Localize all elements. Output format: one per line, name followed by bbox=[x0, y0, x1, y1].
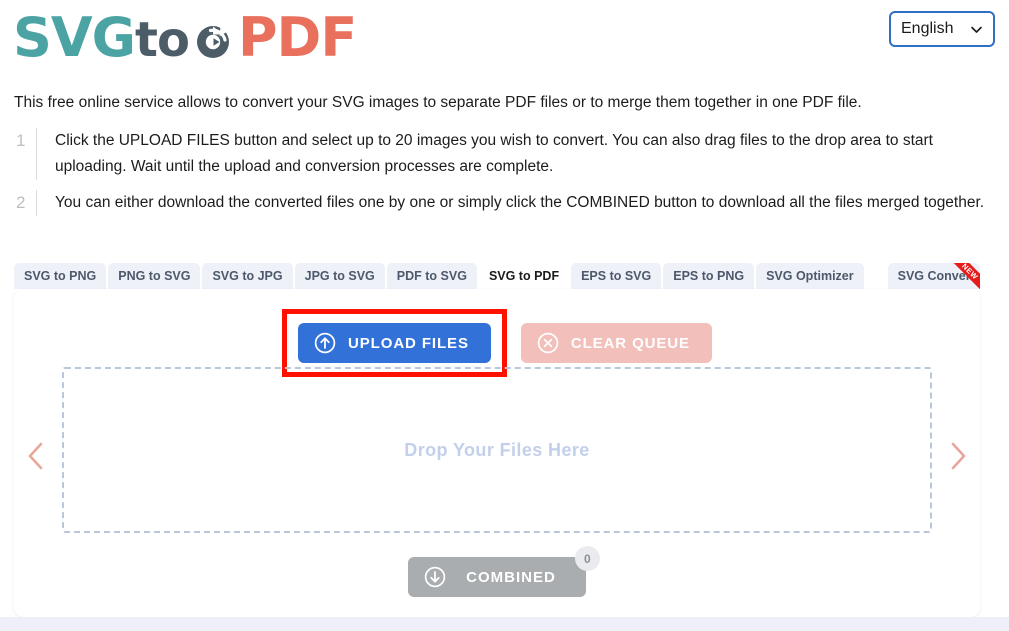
combined-button-row: COMBINED 0 bbox=[14, 546, 980, 597]
tab-svg-to-jpg[interactable]: SVG to JPG bbox=[202, 263, 293, 289]
tab-svg-to-pdf[interactable]: SVG to PDF bbox=[478, 263, 570, 289]
tab-png-to-svg[interactable]: PNG to SVG bbox=[108, 263, 201, 289]
file-dropzone[interactable]: Drop Your Files Here bbox=[62, 367, 932, 533]
logo-to-letters: to bbox=[135, 12, 190, 68]
converter-card: UPLOAD FILES CLEAR QUEUE Drop Your Files… bbox=[14, 289, 980, 617]
instruction-steps: 1 Click the UPLOAD FILES button and sele… bbox=[14, 128, 994, 226]
language-selector[interactable]: English bbox=[889, 11, 995, 47]
upload-files-button[interactable]: UPLOAD FILES bbox=[298, 323, 491, 363]
step-divider bbox=[36, 190, 37, 216]
page-description: This free online service allows to conve… bbox=[14, 94, 862, 111]
logo-text-to: to bbox=[135, 12, 190, 68]
tabs-spacer bbox=[866, 263, 886, 289]
step-text: Click the UPLOAD FILES button and select… bbox=[55, 132, 933, 175]
tab-svg-optimizer[interactable]: SVG Optimizer bbox=[756, 263, 864, 289]
instruction-step: 1 Click the UPLOAD FILES button and sele… bbox=[14, 128, 994, 180]
upload-files-button-label: UPLOAD FILES bbox=[348, 334, 469, 352]
tab-eps-to-svg[interactable]: EPS to SVG bbox=[571, 263, 662, 289]
logo-text-pdf: PDF bbox=[237, 6, 357, 69]
chevron-left-icon[interactable] bbox=[20, 439, 54, 473]
tab-svg-to-png[interactable]: SVG to PNG bbox=[14, 263, 107, 289]
step-divider bbox=[36, 128, 37, 180]
close-circle-icon bbox=[537, 332, 559, 354]
tab-svg-converter-label: SVG Converter bbox=[897, 269, 980, 283]
logo-text-svg: SVG bbox=[13, 6, 136, 69]
download-circle-arrow-icon bbox=[424, 566, 446, 588]
clear-queue-button-label: CLEAR QUEUE bbox=[570, 334, 690, 352]
chevron-right-icon[interactable] bbox=[940, 439, 974, 473]
combined-file-count-badge: 0 bbox=[574, 546, 600, 571]
language-selector-value: English bbox=[901, 20, 954, 37]
tab-svg-converter[interactable]: SVG Converter NEW bbox=[887, 263, 980, 289]
step-number: 2 bbox=[16, 193, 26, 212]
instruction-step: 2 You can either download the converted … bbox=[14, 190, 994, 216]
tab-eps-to-png[interactable]: EPS to PNG bbox=[663, 263, 755, 289]
circular-refresh-arrow-icon bbox=[190, 18, 236, 64]
site-header: SVGto PDF English bbox=[0, 0, 1009, 78]
step-text: You can either download the converted fi… bbox=[55, 194, 985, 211]
step-number: 1 bbox=[16, 131, 26, 150]
combined-download-button-label: COMBINED bbox=[466, 568, 556, 586]
chevron-down-icon bbox=[970, 23, 983, 36]
tab-pdf-to-svg[interactable]: PDF to SVG bbox=[386, 263, 477, 289]
page-root: SVGto PDF English This free online servic… bbox=[0, 0, 1009, 631]
page-footer-background bbox=[0, 617, 1009, 631]
tab-jpg-to-svg[interactable]: JPG to SVG bbox=[294, 263, 385, 289]
site-logo: SVGto PDF bbox=[13, 4, 357, 74]
combined-download-button[interactable]: COMBINED 0 bbox=[408, 546, 600, 597]
clear-queue-button[interactable]: CLEAR QUEUE bbox=[520, 323, 712, 363]
converter-tabs: SVG to PNG PNG to SVG SVG to JPG JPG to … bbox=[14, 263, 980, 289]
upload-circle-arrow-icon bbox=[314, 332, 336, 354]
dropzone-label: Drop Your Files Here bbox=[404, 439, 590, 460]
